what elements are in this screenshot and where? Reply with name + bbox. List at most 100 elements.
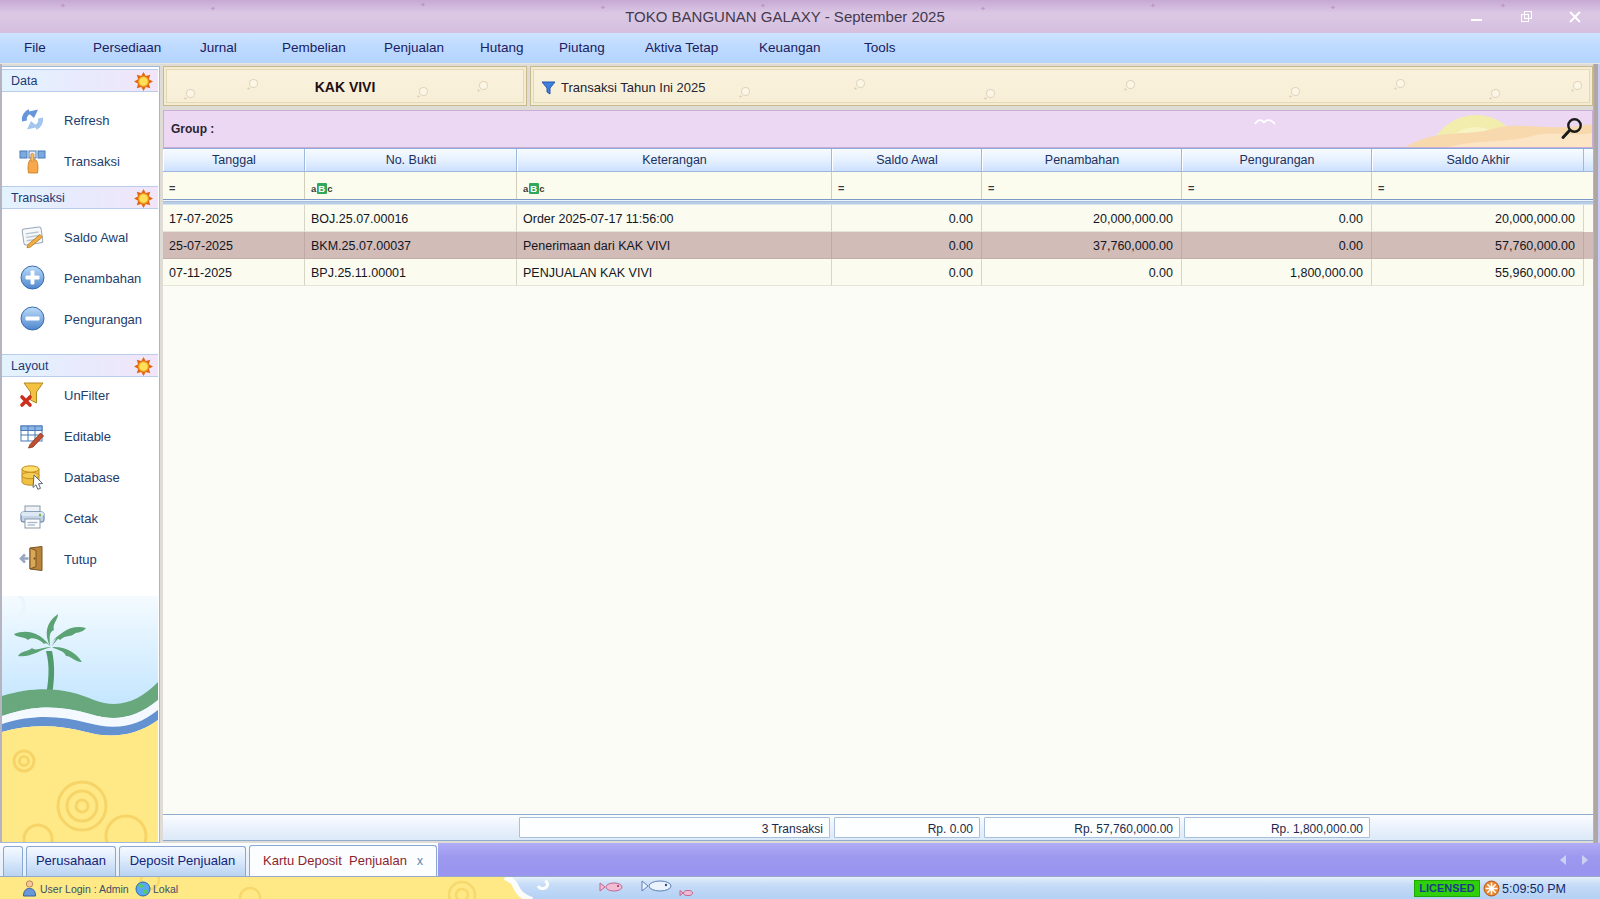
sidebar-item-tutup[interactable]: Tutup (2, 545, 158, 572)
group-bar[interactable]: Group : (163, 110, 1593, 148)
door-icon (19, 545, 46, 572)
menu-pembelian[interactable]: Pembelian (282, 40, 346, 55)
sidebar-item-refresh[interactable]: Refresh (2, 106, 158, 133)
unfilter-icon (19, 381, 46, 408)
tab-deposit-penjualan[interactable]: Deposit Penjualan (119, 846, 246, 876)
database-icon (19, 463, 46, 490)
menu-tools[interactable]: Tools (864, 40, 896, 55)
cell-penambahan: 37,760,000.00 (982, 232, 1182, 259)
cell-tanggal: 17-07-2025 (163, 205, 305, 232)
col-header-keterangan[interactable]: Keterangan (517, 149, 832, 171)
clock-icon (1483, 880, 1500, 899)
close-button[interactable] (1566, 10, 1584, 24)
entity-title: KAK VIVI (164, 79, 526, 95)
filter-saldo-akhir[interactable]: = (1372, 172, 1584, 199)
menu-aktiva-tetap[interactable]: Aktiva Tetap (645, 40, 718, 55)
menu-jurnal[interactable]: Jurnal (200, 40, 237, 55)
sidebar-item-transaksi-label: Transaksi (64, 154, 120, 169)
tab-scroll-left-icon[interactable] (1560, 855, 1566, 865)
table-empty-area (163, 286, 1593, 814)
sidebar-item-penambahan[interactable]: Penambahan (2, 264, 158, 291)
group-label: Group : (171, 122, 214, 136)
sidebar-item-pengurangan-label: Pengurangan (64, 312, 142, 327)
cell-tanggal: 07-11-2025 (163, 259, 305, 286)
section-transaksi-title: Transaksi (11, 191, 65, 205)
sidebar-item-pengurangan[interactable]: Pengurangan (2, 305, 158, 332)
status-user-label: User Login : Admin (40, 883, 129, 895)
editable-icon (19, 422, 46, 449)
cell-penambahan: 20,000,000.00 (982, 205, 1182, 232)
status-bar: User Login : Admin Lokal LICENSED 5:09:5… (0, 876, 1600, 899)
bird-decoration (1254, 117, 1276, 127)
filter-pengurangan[interactable]: = (1182, 172, 1372, 199)
table-row-selected[interactable]: 25-07-2025 BKM.25.07.00037 Penerimaan da… (163, 232, 1593, 259)
printer-icon (19, 504, 46, 531)
menu-piutang[interactable]: Piutang (559, 40, 605, 55)
sidebar-item-penambahan-label: Penambahan (64, 271, 141, 286)
filter-tanggal[interactable]: = (163, 172, 305, 199)
cell-keterangan: Penerimaan dari KAK VIVI (517, 232, 832, 259)
sidebar-section-data: Data (2, 69, 158, 92)
section-layout-title: Layout (11, 359, 49, 373)
sidebar-item-editable-label: Editable (64, 429, 111, 444)
sidebar-section-layout: Layout (2, 354, 158, 377)
menu-persediaan[interactable]: Persediaan (93, 40, 161, 55)
period-filter-label: Transaksi Tahun Ini 2025 (561, 80, 706, 95)
cell-pengurangan: 1,800,000.00 (1182, 259, 1372, 286)
cell-saldo-awal: 0.00 (832, 232, 982, 259)
col-header-no-bukti[interactable]: No. Bukti (305, 149, 517, 171)
footer-pengurangan: Rp. 1,800,000.00 (1184, 817, 1370, 838)
sidebar-item-saldo-awal[interactable]: Saldo Awal (2, 223, 158, 250)
sunset-decoration (1252, 111, 1592, 148)
sidebar-item-database[interactable]: Database (2, 463, 158, 490)
minimize-button[interactable] (1468, 10, 1486, 24)
section-data-title: Data (11, 74, 37, 88)
window-right-edge (1593, 64, 1600, 843)
filter-penambahan[interactable]: = (982, 172, 1182, 199)
sidebar-item-saldo-awal-label: Saldo Awal (64, 230, 128, 245)
menu-hutang[interactable]: Hutang (480, 40, 524, 55)
refresh-icon (19, 106, 46, 133)
tab-mini[interactable] (3, 846, 23, 876)
table-row[interactable]: 17-07-2025 BOJ.25.07.00016 Order 2025-07… (163, 205, 1593, 232)
filter-no-bukti[interactable]: aBc (305, 172, 517, 199)
tab-close-icon[interactable]: x (417, 854, 423, 868)
col-header-saldo-akhir[interactable]: Saldo Akhir (1372, 149, 1584, 171)
sidebar-item-database-label: Database (64, 470, 120, 485)
menu-keuangan[interactable]: Keuangan (759, 40, 821, 55)
footer-count: 3 Transaksi (519, 817, 830, 838)
sidebar-item-editable[interactable]: Editable (2, 422, 158, 449)
restore-button[interactable] (1517, 10, 1535, 24)
plus-icon (19, 264, 46, 291)
sidebar-item-tutup-label: Tutup (64, 552, 97, 567)
filter-funnel-icon (541, 81, 556, 99)
col-header-tanggal[interactable]: Tanggal (163, 149, 305, 171)
cell-no-bukti: BPJ.25.11.00001 (305, 259, 517, 286)
tab-kartu-deposit-penjualan[interactable]: Kartu Deposit Penjualan x (249, 845, 437, 876)
sun-icon (134, 357, 153, 376)
sidebar-section-transaksi: Transaksi (2, 186, 158, 209)
tab-perusahaan[interactable]: Perusahaan (26, 846, 116, 876)
sidebar-item-unfilter[interactable]: UnFilter (2, 381, 158, 408)
search-icon[interactable] (1560, 117, 1584, 146)
col-header-saldo-awal[interactable]: Saldo Awal (832, 149, 982, 171)
period-filter-panel[interactable]: Transaksi Tahun Ini 2025 (530, 66, 1593, 106)
tab-label: Kartu Deposit Penjualan (263, 853, 407, 868)
menu-file[interactable]: File (24, 40, 46, 55)
cell-saldo-awal: 0.00 (832, 259, 982, 286)
sidebar-item-transaksi[interactable]: Transaksi (2, 147, 158, 174)
cell-pengurangan: 0.00 (1182, 232, 1372, 259)
col-header-penambahan[interactable]: Penambahan (982, 149, 1182, 171)
sidebar: Data Refresh Transaksi Transaksi Saldo A… (2, 66, 160, 843)
filter-keterangan[interactable]: aBc (517, 172, 832, 199)
sidebar-item-cetak-label: Cetak (64, 511, 98, 526)
tab-scroll-right-icon[interactable] (1582, 855, 1588, 865)
filter-saldo-awal[interactable]: = (832, 172, 982, 199)
status-mode-label: Lokal (153, 883, 178, 895)
notepad-icon (19, 223, 46, 250)
menu-penjualan[interactable]: Penjualan (384, 40, 444, 55)
table-row[interactable]: 07-11-2025 BPJ.25.11.00001 PENJUALAN KAK… (163, 259, 1593, 286)
col-header-pengurangan[interactable]: Pengurangan (1182, 149, 1372, 171)
cell-saldo-akhir: 57,760,000.00 (1372, 232, 1584, 259)
sidebar-item-cetak[interactable]: Cetak (2, 504, 158, 531)
